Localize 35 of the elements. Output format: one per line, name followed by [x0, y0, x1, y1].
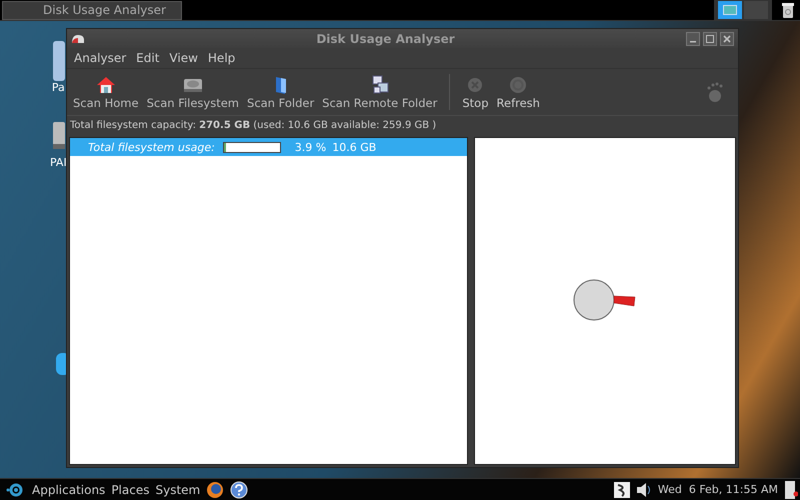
- toolbar-button[interactable]: Scan Folder: [243, 74, 318, 110]
- refresh-icon: [508, 74, 528, 94]
- toolbar-button[interactable]: Scan Filesystem: [142, 74, 244, 110]
- desktop-icon-label[interactable]: PAI: [50, 156, 67, 169]
- menu-item[interactable]: Help: [202, 50, 240, 66]
- row-label: Total filesystem usage:: [88, 140, 215, 154]
- toolbar-button[interactable]: Scan Home: [69, 74, 143, 110]
- panel-menu[interactable]: Applications: [32, 482, 106, 496]
- help-icon[interactable]: [230, 480, 248, 498]
- browser-icon[interactable]: [206, 480, 224, 498]
- usage-size: 10.6 GB: [332, 140, 376, 154]
- ring-chart-drawing[interactable]: [573, 278, 637, 322]
- window-title: Disk Usage Analyser: [315, 32, 456, 46]
- logout-icon[interactable]: [784, 480, 798, 500]
- toolbar-button[interactable]: Scan Remote Folder: [318, 74, 442, 110]
- close-icon[interactable]: [720, 32, 734, 46]
- network-icon[interactable]: [614, 482, 630, 498]
- maximize-icon[interactable]: [703, 32, 717, 46]
- menu-item[interactable]: View: [164, 50, 203, 66]
- app-icon: [71, 32, 85, 44]
- desktop-icon-label[interactable]: Pa: [52, 81, 65, 94]
- usage-percent: 3.9 %: [294, 140, 326, 154]
- house-icon: [96, 74, 116, 94]
- trash-icon[interactable]: [780, 1, 796, 19]
- panel-menu[interactable]: Places: [111, 482, 150, 496]
- workspace-switcher-button[interactable]: [718, 1, 742, 19]
- clock[interactable]: Wed 6 Feb, 11:55 AM: [658, 483, 778, 496]
- minimize-icon[interactable]: [686, 32, 700, 46]
- network-computers-icon: [370, 74, 390, 94]
- menu-item[interactable]: Analyser: [69, 50, 132, 66]
- taskbar-button[interactable]: Disk Usage Analyser: [2, 0, 182, 20]
- panel-menu[interactable]: System: [155, 482, 200, 496]
- menu-item[interactable]: Edit: [131, 50, 164, 66]
- speaker-icon[interactable]: [636, 482, 652, 498]
- capacity-text: Total filesystem capacity: 270.5 GB (used: 10.6 GB available: 259.9 GB ): [69, 119, 438, 133]
